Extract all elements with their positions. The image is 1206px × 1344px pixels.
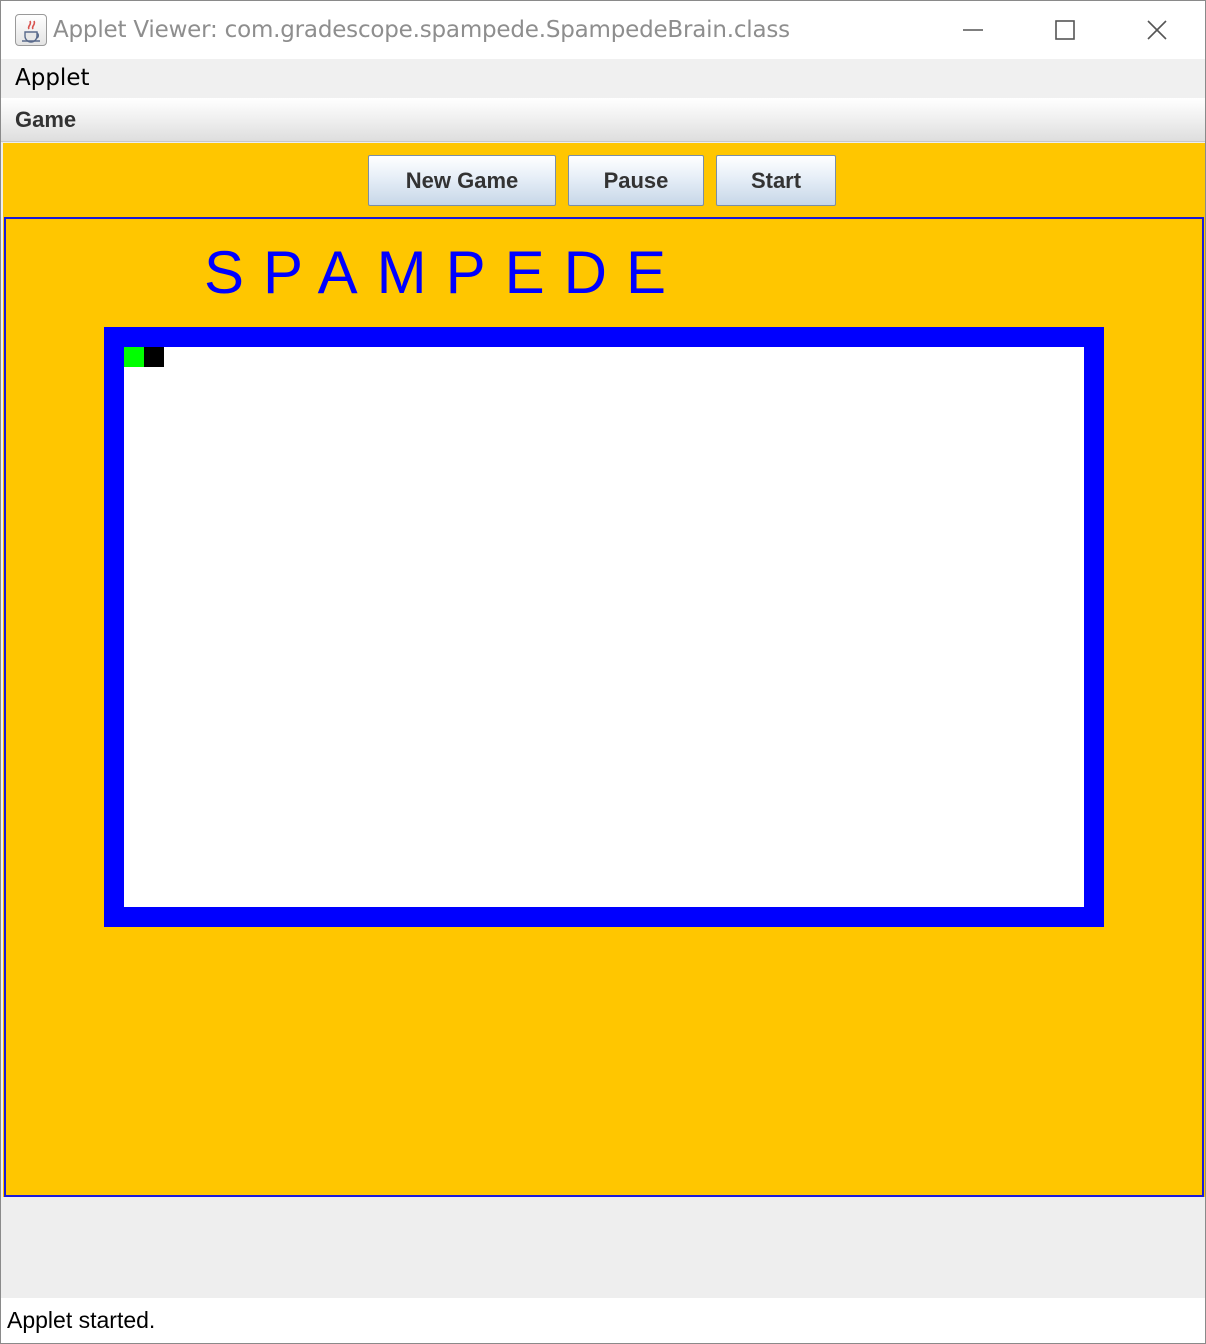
snake-body-segment [144, 347, 164, 367]
applet-menubar: Applet [1, 59, 1205, 98]
close-button[interactable] [1111, 1, 1203, 59]
minimize-button[interactable] [927, 1, 1019, 59]
start-button[interactable]: Start [716, 155, 836, 206]
title-bar[interactable]: Applet Viewer: com.gradescope.spampede.S… [1, 1, 1205, 59]
applet-panel: New Game Pause Start SPAMPEDE [3, 143, 1205, 1197]
java-cup-icon [15, 14, 47, 46]
game-board [124, 347, 1084, 907]
close-icon [1147, 20, 1167, 40]
menu-game[interactable]: Game [15, 107, 76, 133]
maximize-icon [1055, 20, 1075, 40]
status-text: Applet started. [7, 1307, 156, 1333]
minimize-icon [963, 29, 983, 31]
window-title: Applet Viewer: com.gradescope.spampede.S… [53, 17, 790, 43]
game-canvas[interactable]: SPAMPEDE [4, 217, 1204, 1197]
snake-head [124, 347, 144, 367]
board-border [104, 327, 1104, 927]
new-game-button[interactable]: New Game [368, 155, 556, 206]
pause-button[interactable]: Pause [568, 155, 704, 206]
maximize-button[interactable] [1019, 1, 1111, 59]
game-menubar: Game [1, 98, 1205, 142]
menu-applet[interactable]: Applet [15, 65, 90, 91]
game-title: SPAMPEDE [204, 239, 685, 306]
applet-viewer-window: Applet Viewer: com.gradescope.spampede.S… [0, 0, 1206, 1344]
status-bar: Applet started. [1, 1298, 1205, 1343]
